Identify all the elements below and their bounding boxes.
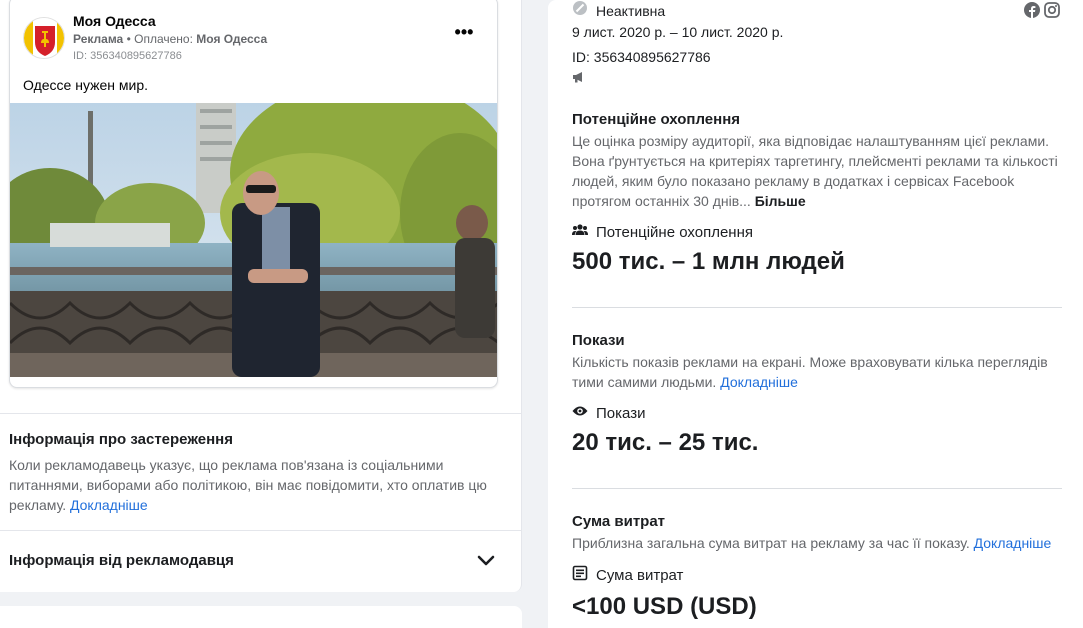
odessa-coat-of-arms-logo <box>24 18 64 58</box>
ad-video-thumbnail[interactable] <box>10 103 497 377</box>
advertiser-info-section[interactable]: Інформація від рекламодавця <box>0 530 522 592</box>
spend-section: Сума витрат Приблизна загальна сума витр… <box>572 513 1062 621</box>
status-row: Неактивна <box>572 0 665 19</box>
advertiser-info-title: Інформація від рекламодавця <box>9 552 234 569</box>
impressions-label-row: Покази <box>572 404 1062 422</box>
spend-learn-more-link[interactable]: Докладніше <box>974 535 1052 551</box>
megaphone-icon <box>572 70 586 88</box>
impressions-title: Покази <box>572 332 625 349</box>
dot-separator: • <box>126 32 135 46</box>
impressions-label: Покази <box>596 404 646 422</box>
ad-image <box>10 103 497 377</box>
ad-body-text: Одессе нужен мир. <box>23 77 148 93</box>
disclaimer-section: Інформація про застереження Коли рекламо… <box>0 413 522 531</box>
reach-description-text: Це оцінка розміру аудиторії, яка відпові… <box>572 133 1058 209</box>
disclaimer-description: Коли рекламодавець указує, що реклама по… <box>9 455 499 515</box>
spend-label: Сума витрат <box>596 567 684 584</box>
next-card-edge <box>0 606 522 628</box>
facebook-icon <box>1024 2 1040 23</box>
sponsored-label: Реклама <box>73 32 124 46</box>
paid-by-name: Моя Одесса <box>196 32 268 46</box>
impressions-learn-more-link[interactable]: Докладніше <box>720 374 798 390</box>
reach-value: 500 тис. – 1 млн людей <box>572 248 845 275</box>
people-icon <box>572 223 588 241</box>
reach-more-link[interactable]: Більше <box>755 193 806 209</box>
spend-value: <100 USD (USD) <box>572 593 757 620</box>
impressions-description-text: Кількість показів реклами на екрані. Мож… <box>572 354 1048 390</box>
ad-preview-panel: Моя Одесса Реклама • Оплачено: Моя Одесс… <box>0 0 522 592</box>
ad-id: ID: 356340895627786 <box>572 49 711 65</box>
spend-title: Сума витрат <box>572 513 666 530</box>
divider <box>572 307 1062 308</box>
receipt-icon <box>572 565 588 586</box>
spend-label-row: Сума витрат <box>572 565 1062 586</box>
page-avatar[interactable] <box>23 17 65 59</box>
platform-icons <box>1024 2 1060 23</box>
disclaimer-learn-more-link[interactable]: Докладніше <box>70 497 148 513</box>
instagram-icon <box>1044 2 1060 23</box>
status-text: Неактивна <box>596 2 666 19</box>
eye-icon <box>572 404 588 422</box>
spend-description-text: Приблизна загальна сума витрат на реклам… <box>572 535 970 551</box>
impressions-description: Кількість показів реклами на екрані. Мож… <box>572 352 1062 392</box>
reach-label-row: Потенційне охоплення <box>572 223 1062 241</box>
divider <box>572 488 1062 489</box>
slash-circle-icon <box>572 0 588 19</box>
reach-description: Це оцінка розміру аудиторії, яка відпові… <box>572 131 1062 211</box>
reach-title: Потенційне охоплення <box>572 111 741 128</box>
ad-card: Моя Одесса Реклама • Оплачено: Моя Одесс… <box>9 0 498 388</box>
more-options-button[interactable]: ••• <box>452 23 476 45</box>
paid-by-prefix: Оплачено: <box>134 32 193 46</box>
sponsor-line: Реклама • Оплачено: Моя Одесса <box>73 32 267 46</box>
page-name[interactable]: Моя Одесса <box>73 13 156 29</box>
reach-section: Потенційне охоплення Це оцінка розміру а… <box>572 111 1062 276</box>
ad-id-small: ID: 356340895627786 <box>73 50 182 62</box>
chevron-down-icon[interactable] <box>476 551 496 576</box>
disclaimer-title: Інформація про застереження <box>9 431 233 448</box>
impressions-value: 20 тис. – 25 тис. <box>572 429 759 456</box>
ad-details-panel: Неактивна 9 лист. 2020 р. – 10 лист. 202… <box>548 0 1083 628</box>
impressions-section: Покази Кількість показів реклами на екра… <box>572 332 1062 457</box>
spend-description: Приблизна загальна сума витрат на реклам… <box>572 533 1062 553</box>
date-range: 9 лист. 2020 р. – 10 лист. 2020 р. <box>572 24 784 40</box>
reach-label: Потенційне охоплення <box>596 223 753 241</box>
